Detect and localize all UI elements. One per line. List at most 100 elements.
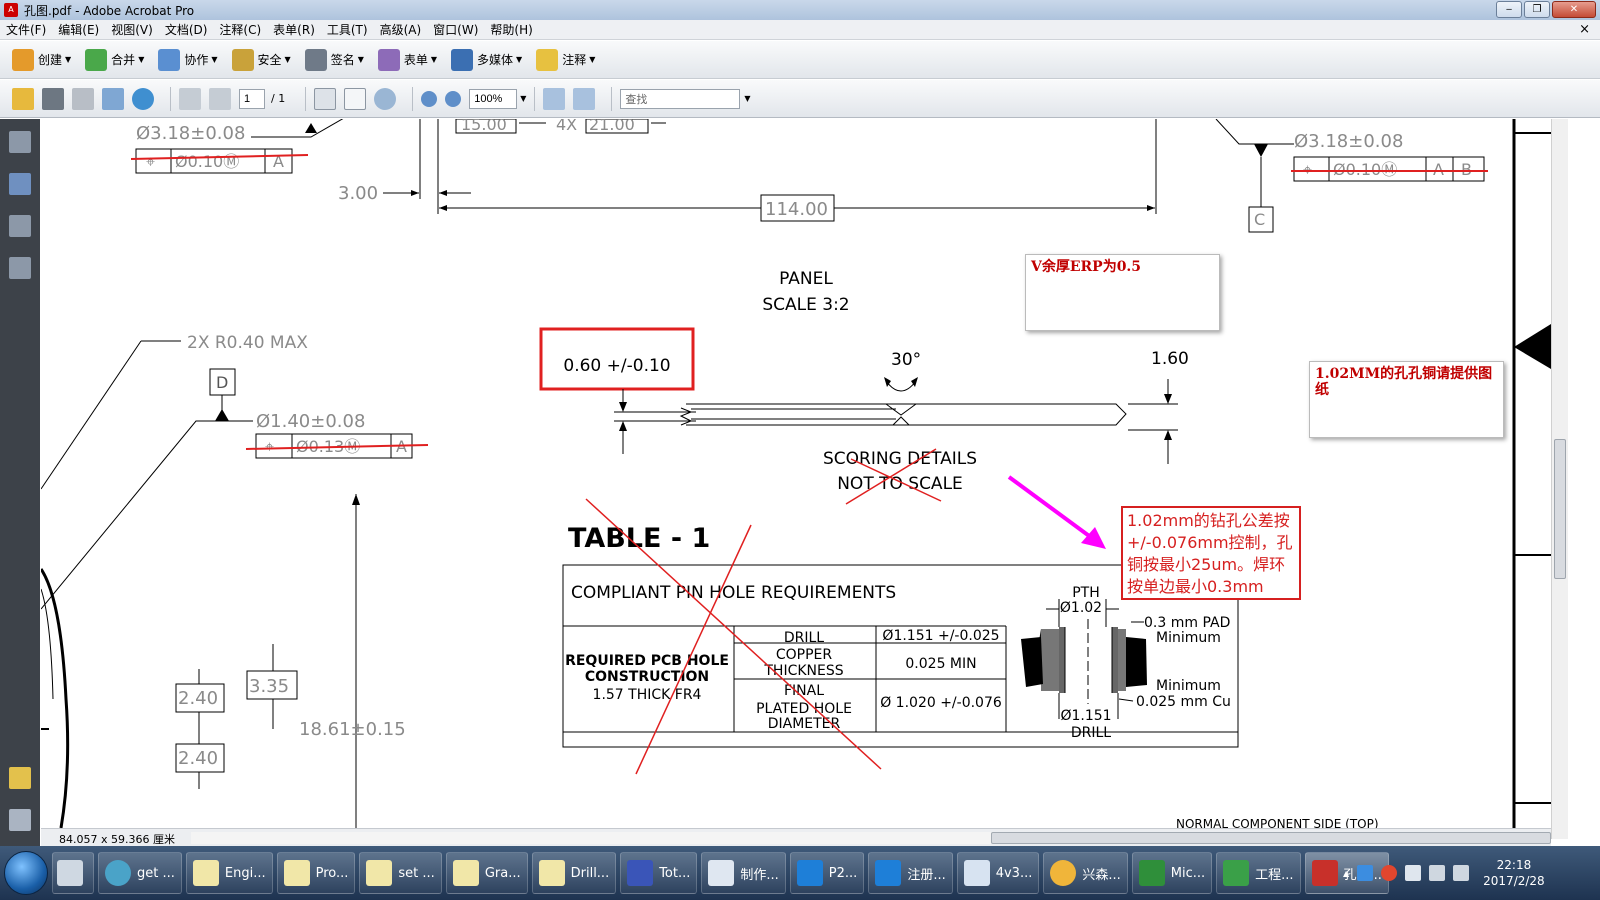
task-zhuce[interactable]: 注册... (868, 852, 953, 894)
menu-edit[interactable]: 编辑(E) (52, 21, 105, 38)
comment-note-tolerance[interactable]: 1.02mm的钻孔公差按+/-0.076mm控制，孔铜按最小25um。焊环按单边… (1121, 506, 1301, 600)
task-p2[interactable]: P2... (789, 852, 865, 894)
panel-scale: SCALE 3:2 (762, 295, 849, 315)
app-icon (538, 860, 565, 886)
clock[interactable]: 22:18 2017/2/28 (1483, 857, 1545, 889)
hand-tool-icon[interactable] (344, 87, 367, 110)
previous-page-icon[interactable] (179, 87, 201, 110)
task-gra[interactable]: Gra... (445, 852, 528, 894)
attachments-icon[interactable] (9, 809, 31, 831)
bookmarks-icon[interactable] (9, 173, 31, 195)
zoom-tool-icon[interactable] (374, 87, 397, 110)
menu-file[interactable]: 文件(F) (0, 21, 52, 38)
dim-15: 15.00 (461, 119, 507, 134)
email-icon[interactable] (102, 87, 124, 110)
fcf-position-symbol-right: ⌖ (1303, 160, 1312, 179)
fit-page-icon[interactable] (573, 87, 596, 110)
task-excel[interactable]: Mic... (1131, 852, 1213, 894)
find-input[interactable] (620, 88, 741, 109)
app-icon (283, 860, 310, 886)
row-final-label3: DIAMETER (768, 716, 841, 732)
web-icon[interactable] (132, 87, 154, 110)
pth-label: PTH (1072, 585, 1100, 601)
tray-expand-icon[interactable]: ▲ (1343, 869, 1349, 878)
pages-icon[interactable] (9, 131, 31, 153)
menu-forms[interactable]: 表单(R) (267, 21, 321, 38)
task-xingsen[interactable]: 兴森... (1043, 852, 1128, 894)
menu-advanced[interactable]: 高级(A) (374, 21, 428, 38)
task-get[interactable]: get ... (98, 852, 182, 894)
zoom-dropdown-icon[interactable]: ▼ (520, 94, 526, 103)
row-copper-label1: COPPER (776, 647, 833, 663)
comments-icon[interactable] (9, 767, 31, 789)
pth-dia: Ø1.02 (1060, 600, 1102, 616)
tray-security-icon[interactable] (1381, 865, 1398, 881)
menu-window[interactable]: 窗口(W) (427, 21, 484, 38)
forms-button[interactable]: 表单 ▼ (377, 48, 437, 71)
page-total: / 1 (271, 92, 286, 105)
task-pro[interactable]: Pro... (276, 852, 356, 894)
task-4v3[interactable]: 4v3... (956, 852, 1040, 894)
comment-button[interactable]: 注释 ▼ (536, 48, 595, 71)
open-folder-icon[interactable] (12, 87, 34, 110)
network-icon[interactable] (1429, 865, 1446, 881)
collaborate-button[interactable]: 协作 ▼ (158, 48, 218, 71)
comment-note-thickness[interactable]: V余厚ERP为0.5 (1025, 254, 1220, 331)
fit-width-icon[interactable] (543, 87, 566, 110)
datum-d: D (216, 373, 228, 392)
panel-title: PANEL (779, 269, 833, 289)
menu-document[interactable]: 文档(D) (159, 21, 214, 38)
page-number-input[interactable] (239, 88, 265, 109)
menu-tools[interactable]: 工具(T) (321, 21, 374, 38)
minimize-button[interactable]: ‒ (1496, 1, 1522, 18)
task-drill[interactable]: Drill... (531, 852, 617, 894)
multimedia-button[interactable]: 多媒体 ▼ (451, 48, 522, 71)
restore-button[interactable]: ❐ (1524, 1, 1550, 18)
multimedia-icon (451, 48, 474, 71)
close-button[interactable]: ✕ (1552, 1, 1596, 18)
find-dropdown-icon[interactable]: ▼ (744, 94, 750, 103)
menu-help[interactable]: 帮助(H) (484, 21, 538, 38)
comment-note-copper[interactable]: 1.02MM的孔孔铜请提供图纸 (1309, 361, 1504, 438)
document-close-button[interactable]: × (1579, 22, 1590, 37)
horizontal-scrollbar[interactable] (191, 832, 1551, 844)
calculator-quicklaunch[interactable] (52, 852, 94, 894)
zoom-in-icon[interactable] (445, 90, 462, 107)
dim-3: 3.00 (338, 183, 378, 204)
task-engi[interactable]: Engi... (185, 852, 273, 894)
app-icon (963, 860, 990, 886)
cu-minimum: Minimum (1156, 678, 1221, 694)
tasks-toolbar: 创建 ▼ 合并 ▼ 协作 ▼ 安全 ▼ 签名 ▼ 表单 ▼ 多媒体 ▼ 注释 ▼ (0, 41, 1600, 79)
create-button[interactable]: 创建 ▼ (12, 48, 71, 71)
signatures-icon[interactable] (9, 257, 31, 279)
select-text-icon[interactable] (314, 87, 337, 110)
not-to-scale-label: NOT TO SCALE (837, 474, 963, 494)
fcf-position-symbol: ⌖ (146, 152, 155, 171)
tray-flag-icon[interactable] (1405, 865, 1422, 881)
print-icon[interactable] (42, 87, 64, 110)
start-button[interactable] (4, 851, 48, 895)
menu-comments[interactable]: 注释(C) (213, 21, 267, 38)
task-set[interactable]: set ... (359, 852, 442, 894)
board-thickness: 1.60 (1151, 349, 1189, 369)
vertical-scrollbar[interactable] (1551, 119, 1568, 839)
menu-view[interactable]: 视图(V) (105, 21, 159, 38)
next-page-icon[interactable] (209, 87, 231, 110)
secure-button[interactable]: 安全 ▼ (231, 48, 291, 71)
zoom-level-input[interactable] (469, 88, 518, 109)
sign-button[interactable]: 签名 ▼ (304, 48, 364, 71)
horizontal-scroll-thumb[interactable] (991, 832, 1551, 844)
task-tot[interactable]: Tot... (620, 852, 698, 894)
zoom-out-icon[interactable] (421, 90, 438, 107)
layers-icon[interactable] (9, 215, 31, 237)
page-size-label: 84.057 x 59.366 厘米 (59, 833, 175, 846)
volume-icon[interactable] (1453, 865, 1470, 881)
save-icon[interactable] (72, 87, 94, 110)
mid-fcf-symbol: ⌖ (265, 437, 274, 456)
vertical-scroll-thumb[interactable] (1554, 439, 1566, 579)
combine-button[interactable]: 合并 ▼ (85, 48, 144, 71)
task-zhizuo[interactable]: 制作... (701, 852, 786, 894)
task-gongcheng[interactable]: 工程... (1216, 852, 1301, 894)
tray-app-icon[interactable] (1357, 865, 1374, 881)
document-view[interactable]: Ø3.18±0.08 ⌖ Ø0.10Ⓜ A 15.00 4X 21.00 3.0… (41, 119, 1551, 828)
